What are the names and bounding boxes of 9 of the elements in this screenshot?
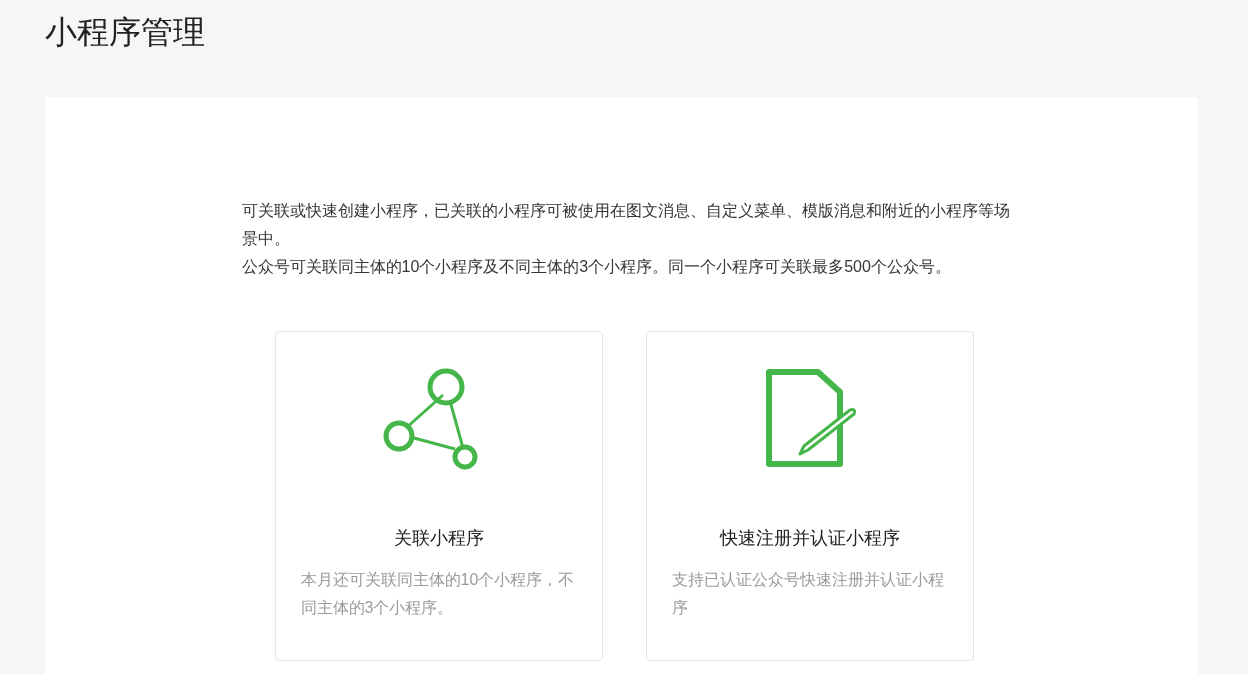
card-title: 快速注册并认证小程序 [719,527,900,550]
option-card[interactable]: 关联小程序 本月还可关联同主体的10个小程序，不同主体的3个小程序。 [274,331,603,661]
card-description: 支持已认证公众号快速注册并认证小程序 [671,570,945,618]
card-title: 关联小程序 [393,527,484,550]
intro-paragraph: 可关联或快速创建小程序，已关联的小程序可被使用在图文消息、自定义菜单、模版消息和附近的小程序等场景中。 [241,201,1011,249]
card-description: 本月还可关联同主体的10个小程序，不同主体的3个小程序。 [300,570,576,618]
option-card[interactable]: 快速注册并认证小程序 支持已认证公众号快速注册并认证小程序 [645,331,974,661]
page-title: 小程序管理 [45,13,206,52]
intro-paragraph: 公众号可关联同主体的10个小程序及不同主体的3个小程序。同一个小程序可关联最多500个公众号。 [241,257,952,277]
